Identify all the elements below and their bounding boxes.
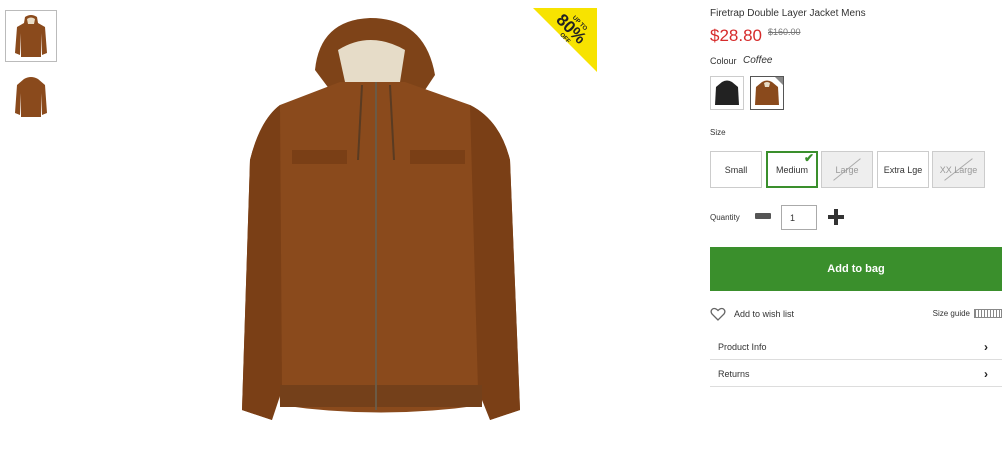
colour-swatch-coffee[interactable]: [750, 76, 784, 110]
thumbnail-2[interactable]: [5, 70, 57, 122]
jacket-thumbnail-image: [15, 77, 47, 117]
product-info-label: Product Info: [718, 342, 767, 352]
size-medium-label: Medium: [775, 164, 808, 175]
original-price: $160.00: [768, 27, 801, 37]
thumbnail-1[interactable]: [5, 10, 57, 62]
quantity-input[interactable]: [781, 205, 817, 230]
size-extra-large-label: Extra Lge: [883, 164, 923, 175]
product-main-image: [242, 18, 520, 420]
size-small-label: Small: [724, 164, 748, 175]
wish-list-label: Add to wish list: [734, 309, 795, 319]
size-guide-link[interactable]: Size guide: [933, 309, 1002, 318]
chevron-right-icon: ›: [984, 366, 988, 381]
size-small-button[interactable]: Small: [710, 151, 762, 188]
size-xx-large-label: XX Large: [939, 164, 978, 175]
returns-accordion[interactable]: Returns ›: [710, 361, 1002, 387]
size-xx-large-button[interactable]: XX Large: [932, 151, 985, 188]
size-extra-large-button[interactable]: Extra Lge: [877, 151, 929, 188]
selected-corner-icon: [775, 77, 783, 85]
chevron-right-icon: ›: [984, 340, 988, 354]
size-label: Size: [710, 128, 726, 137]
discount-badge: UP TO 80% OFF: [533, 8, 597, 72]
increase-quantity-icon[interactable]: [828, 209, 844, 225]
quantity-label: Quantity: [710, 213, 740, 222]
product-price: $28.80: [710, 26, 762, 45]
add-to-bag-button[interactable]: Add to bag: [710, 247, 1002, 291]
size-medium-button[interactable]: Medium ✔: [766, 151, 818, 188]
product-info-accordion[interactable]: Product Info ›: [710, 334, 1002, 360]
decrease-quantity-icon[interactable]: [755, 213, 771, 219]
add-to-wish-list-link[interactable]: Add to wish list: [710, 306, 794, 322]
product-title: Firetrap Double Layer Jacket Mens: [710, 8, 866, 19]
colour-label: Colour: [710, 56, 737, 66]
heart-icon: [710, 307, 726, 321]
thumbnail-list: [5, 10, 57, 130]
jacket-thumbnail-image: [15, 15, 47, 57]
size-large-button[interactable]: Large: [821, 151, 873, 188]
size-guide-label: Size guide: [932, 309, 970, 318]
size-large-label: Large: [835, 164, 859, 175]
checkmark-icon: ✔: [803, 151, 814, 165]
ruler-icon: [974, 309, 1002, 318]
colour-swatch-black[interactable]: [710, 76, 744, 110]
returns-label: Returns: [718, 368, 750, 379]
black-jacket-icon: [715, 80, 739, 105]
colour-value: Coffee: [743, 55, 773, 66]
